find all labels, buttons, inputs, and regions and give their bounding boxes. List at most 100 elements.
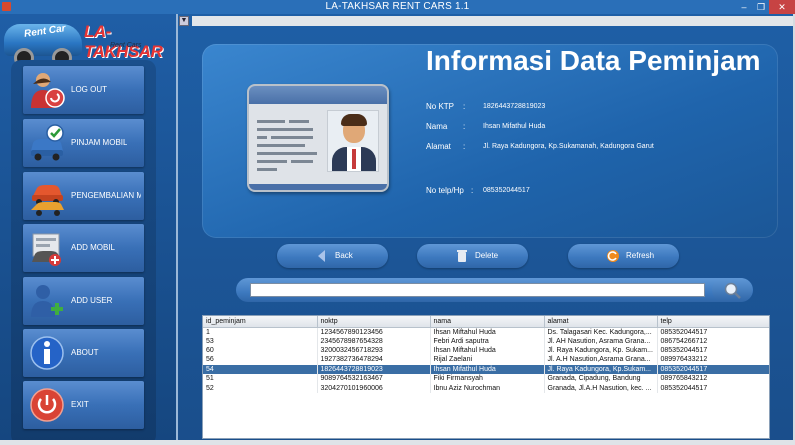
table-cell: 089976433212 (657, 355, 769, 365)
table-cell: 1 (203, 327, 318, 337)
table-cell: Ds. Talagasari Kec. Kadungora,... (544, 327, 658, 337)
field-value-noktp: 1826443728819023 (483, 103, 546, 110)
add-user-label: ADD USER (71, 296, 113, 305)
peminjam-table: id_peminjam noktp nama alamat telp 1 1234… (202, 315, 770, 439)
window-titlebar: LA-TAKHSAR RENT CARS 1.1 – ❐ ✕ (0, 0, 795, 14)
chevron-down-icon[interactable]: ▼ (179, 16, 189, 26)
car-check-icon (31, 124, 64, 161)
table-cell: 51 (203, 374, 318, 384)
pinjam-mobil-button[interactable]: PINJAM MOBIL (23, 119, 144, 167)
field-colon: : (463, 102, 466, 111)
table-cell: 54 (203, 364, 318, 375)
field-colon: : (471, 186, 474, 195)
table-cell: 089765843212 (657, 374, 769, 384)
field-colon: : (463, 122, 466, 131)
table-cell: 52 (203, 383, 318, 393)
about-button[interactable]: ABOUT (23, 329, 144, 377)
add-user-button[interactable]: ADD USER (23, 277, 144, 325)
add-mobil-label: ADD MOBIL (71, 243, 116, 252)
table-row[interactable]: 56 1927382736478294 Rijal Zaelani Jl. A.H N… (203, 355, 769, 365)
field-label-telp: No telp/Hp (426, 186, 464, 195)
table-header: id_peminjam noktp nama alamat telp (203, 316, 769, 328)
exit-label: EXIT (71, 400, 89, 409)
user-logout-icon (31, 73, 65, 108)
table-cell: Jl. AH Nasution, Asrama Grana... (544, 336, 658, 346)
table-cell: Jl. Raya Kadungora, Kp.Sukam... (544, 364, 658, 375)
table-cell: 1234567890123456 (317, 327, 431, 337)
info-icon (30, 336, 64, 370)
table-cell: 9089764532163467 (317, 374, 431, 384)
info-title: Informasi Data Peminjam (426, 45, 761, 76)
field-colon: : (463, 142, 466, 151)
id-card-icon (247, 84, 389, 192)
add-mobil-button[interactable]: ADD MOBIL (23, 224, 144, 272)
search-input[interactable] (250, 283, 705, 297)
column-header[interactable]: nama (430, 316, 545, 328)
exit-button[interactable]: EXIT (23, 381, 144, 429)
search-button[interactable] (712, 278, 752, 302)
table-cell: 086754266712 (657, 336, 769, 346)
back-button[interactable]: Back (277, 244, 388, 268)
table-cell: Jl. A.H Nasution,Asrama Grana... (544, 355, 658, 365)
field-label-nama: Nama (426, 122, 448, 131)
field-value-telp: 085352044517 (483, 187, 530, 194)
table-cell: Jl. Raya Kadungora, Kp. Sukam... (544, 345, 658, 356)
table-cell: Fiki Firmansyah (430, 374, 545, 384)
delete-button[interactable]: Delete (417, 244, 528, 268)
table-cell: 56 (203, 355, 318, 365)
field-label-alamat: Alamat (426, 142, 451, 151)
sidebar: Rent Car LA-TAKHSAR Rent Cars LOG OUT PI… (0, 14, 176, 445)
table-cell: Ibnu Aziz Nurochman (430, 383, 545, 393)
pinjam-mobil-label: PINJAM MOBIL (71, 138, 128, 147)
info-card: Informasi Data Peminjam No KTP : 1826443… (202, 44, 778, 238)
back-arrow-icon (318, 250, 325, 262)
column-header[interactable]: telp (657, 316, 769, 328)
table-cell: Febri Ardi saputra (430, 336, 545, 346)
table-row[interactable]: 60 3200032456718293 Ihsan Miftahul Huda Jl.… (203, 345, 769, 356)
table-cell: 60 (203, 345, 318, 356)
table-cell: 1826443728819023 (317, 364, 431, 375)
refresh-button[interactable]: Refresh (568, 244, 679, 268)
field-value-alamat: Jl. Raya Kadungora, Kp.Sukamanah, Kadung… (483, 143, 654, 150)
top-strip (192, 16, 795, 26)
table-cell: Ihsan Miftahul Huda (430, 327, 545, 337)
table-cell: Ihsan Miftahul Huda (430, 345, 545, 356)
table-cell: 085352044517 (657, 327, 769, 337)
add-car-icon (32, 233, 61, 266)
search-icon (724, 282, 741, 299)
field-value-nama: Ihsan Mifathul Huda (483, 123, 546, 130)
status-bar (0, 440, 795, 445)
table-row[interactable]: 53 2345678987654328 Febri Ardi saputra Jl. … (203, 336, 769, 346)
logo: Rent Car LA-TAKHSAR Rent Cars (0, 16, 176, 68)
table-cell: 085352044517 (657, 345, 769, 356)
table-cell: 085352044517 (657, 364, 769, 375)
table-row[interactable]: 52 3204270101960006 Ibnu Aziz Nurochman Gra… (203, 383, 769, 393)
trash-icon (457, 250, 467, 262)
pengembalian-label: PENGEMBALIAN M... (71, 191, 141, 200)
column-header[interactable]: id_peminjam (203, 316, 318, 328)
logout-button[interactable]: LOG OUT (23, 66, 144, 114)
table-row[interactable]: 1 1234567890123456 Ihsan Miftahul Huda Ds. … (203, 327, 769, 337)
table-cell: Rijal Zaelani (430, 355, 545, 365)
column-header[interactable]: noktp (317, 316, 431, 328)
table-cell: 2345678987654328 (317, 336, 431, 346)
delete-label: Delete (475, 251, 499, 260)
table-cell: 1927382736478294 (317, 355, 431, 365)
table-cell: Granada, Jl.A.H Nasution, kec. ... (544, 383, 658, 393)
column-header[interactable]: alamat (544, 316, 658, 328)
refresh-icon (607, 250, 619, 262)
pengembalian-button[interactable]: PENGEMBALIAN M... (23, 172, 144, 220)
field-label-noktp: No KTP (426, 102, 455, 111)
add-user-icon (31, 285, 63, 317)
table-cell: 3200032456718293 (317, 345, 431, 356)
table-row[interactable]: 51 9089764532163467 Fiki Firmansyah Granada… (203, 374, 769, 384)
car-return-icon (31, 185, 64, 216)
table-cell: 3204270101960006 (317, 383, 431, 393)
table-row[interactable]: 54 1826443728819023 Ihsan Mifathul Huda Jl.… (203, 364, 769, 375)
table-cell: 53 (203, 336, 318, 346)
close-button[interactable]: ✕ (769, 0, 795, 14)
about-label: ABOUT (71, 348, 99, 357)
refresh-label: Refresh (626, 251, 655, 260)
table-cell: Ihsan Mifathul Huda (430, 364, 545, 375)
back-label: Back (335, 251, 353, 260)
